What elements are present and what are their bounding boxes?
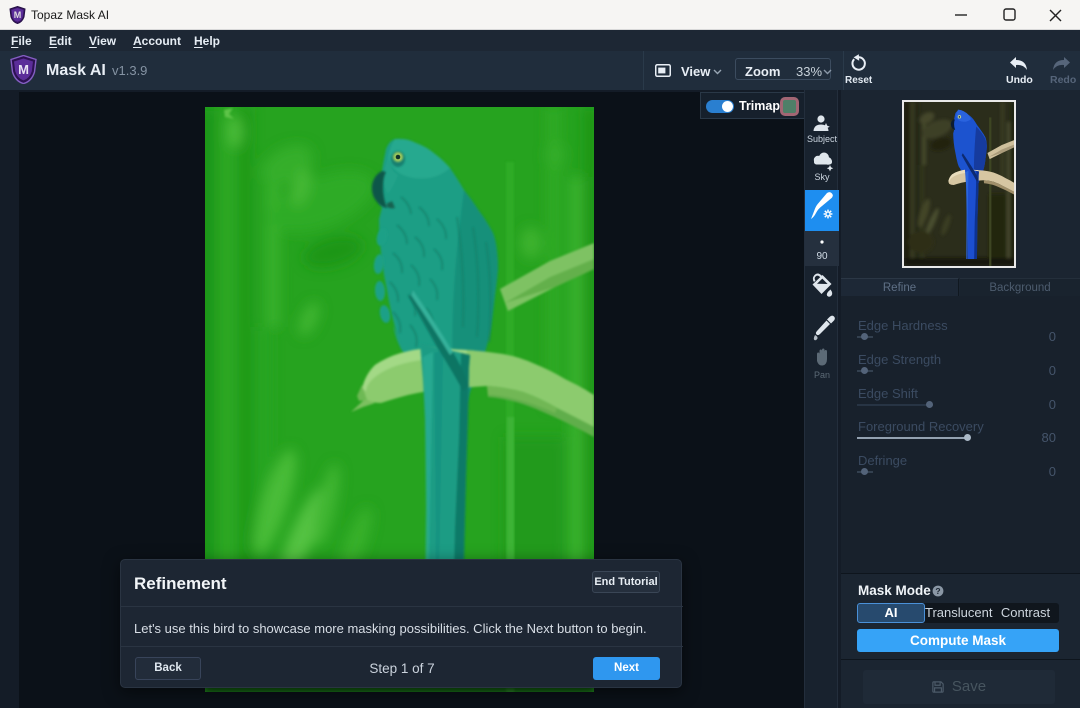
svg-text:Sky: Sky: [814, 172, 830, 182]
svg-text:Pan: Pan: [814, 370, 830, 380]
svg-text:M: M: [14, 10, 22, 20]
svg-text:M: M: [18, 62, 29, 77]
svg-text:Subject: Subject: [807, 134, 838, 144]
svg-text:90: 90: [816, 251, 828, 262]
svg-text:?: ?: [935, 586, 940, 596]
